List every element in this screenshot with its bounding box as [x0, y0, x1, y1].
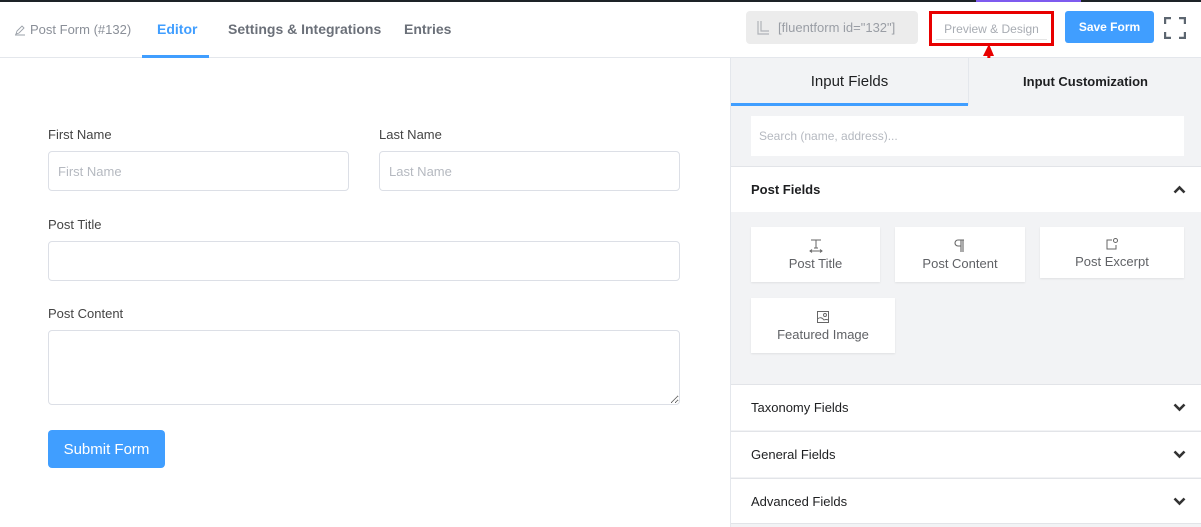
excerpt-icon	[1106, 237, 1118, 249]
save-form-button[interactable]: Save Form	[1065, 11, 1154, 43]
section-advanced-fields[interactable]: Advanced Fields	[731, 478, 1201, 524]
preview-design-button[interactable]: Preview & Design	[929, 11, 1054, 46]
section-title: Advanced Fields	[751, 493, 848, 509]
section-title: Taxonomy Fields	[751, 400, 849, 415]
submit-form-button[interactable]: Submit Form	[48, 430, 165, 468]
chevron-down-icon	[1173, 403, 1186, 412]
last-name-input[interactable]	[379, 151, 680, 191]
last-name-label: Last Name	[379, 127, 442, 142]
image-icon	[817, 310, 829, 323]
tab-input-customization[interactable]: Input Customization	[968, 58, 1201, 105]
shortcode-text: [fluentform id="132"]	[778, 20, 896, 35]
first-name-input[interactable]	[48, 151, 349, 191]
form-title: Post Form (#132)	[30, 22, 132, 37]
field-label: Post Excerpt	[1075, 253, 1149, 269]
preview-design-label: Preview & Design	[944, 21, 1039, 36]
chevron-down-icon	[1173, 497, 1186, 505]
field-search-input[interactable]	[751, 116, 1184, 156]
copy-icon	[757, 20, 769, 35]
shortcode-copy-button[interactable]: [fluentform id="132"]	[746, 11, 918, 44]
section-general-fields[interactable]: General Fields	[731, 431, 1201, 477]
text-field-icon	[808, 239, 823, 253]
breadcrumb[interactable]: Post Form (#132)	[14, 22, 131, 37]
field-post-excerpt[interactable]: Post Excerpt	[1040, 227, 1184, 278]
pencil-icon	[15, 24, 25, 35]
tab-input-fields[interactable]: Input Fields	[731, 58, 968, 105]
chevron-up-icon	[1173, 185, 1186, 194]
post-title-input[interactable]	[48, 241, 680, 281]
field-label: Featured Image	[777, 326, 869, 342]
post-content-textarea[interactable]	[48, 330, 680, 405]
form-canvas: First Name Last Name Post Title Post Con…	[0, 58, 730, 527]
post-content-label: Post Content	[48, 306, 124, 321]
tab-settings-integrations[interactable]: Settings & Integrations	[228, 21, 381, 37]
section-title: Post Fields	[751, 182, 821, 197]
first-name-label: First Name	[48, 127, 112, 142]
field-post-title[interactable]: Post Title	[751, 227, 880, 282]
paragraph-icon	[954, 238, 964, 252]
field-label: Post Content	[922, 255, 998, 271]
fullscreen-icon[interactable]	[1164, 17, 1186, 39]
post-title-label: Post Title	[48, 217, 102, 232]
fields-sidebar: Input Fields Input Customization Post Fi…	[730, 58, 1201, 527]
tab-entries[interactable]: Entries	[404, 21, 451, 37]
active-sidebar-tab-indicator	[731, 103, 968, 106]
section-taxonomy-fields[interactable]: Taxonomy Fields	[731, 384, 1201, 430]
section-title: General Fields	[751, 447, 836, 462]
tab-editor[interactable]: Editor	[157, 21, 197, 37]
field-label: Post Title	[788, 255, 843, 271]
field-post-content[interactable]: Post Content	[895, 227, 1025, 282]
section-post-fields[interactable]: Post Fields	[731, 166, 1201, 212]
editor-header: Post Form (#132) Editor Settings & Integ…	[0, 2, 1201, 58]
field-featured-image[interactable]: Featured Image	[751, 298, 895, 353]
chevron-down-icon	[1173, 450, 1186, 459]
